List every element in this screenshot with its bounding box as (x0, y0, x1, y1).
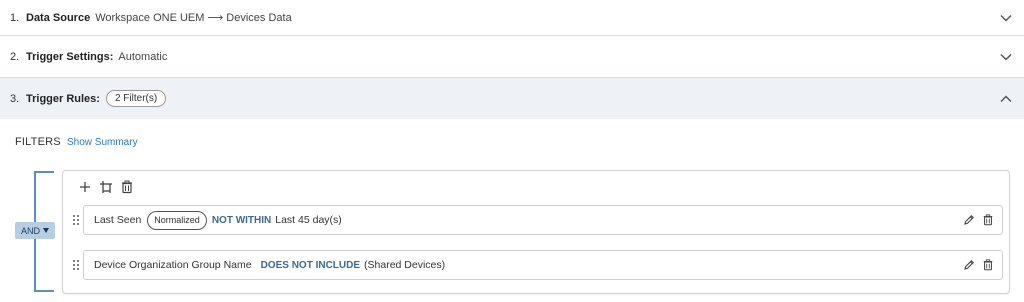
rule-actions (963, 259, 994, 271)
trash-icon[interactable] (120, 180, 134, 194)
step-title: Data Source (26, 11, 91, 24)
step-data-source[interactable]: 1. Data Source Workspace ONE UEM ⟶ Devic… (0, 0, 1024, 36)
rule-operator: NOT WITHIN (211, 214, 272, 226)
step-number: 3. (10, 92, 20, 105)
step-number: 2. (10, 50, 20, 63)
add-icon[interactable] (78, 180, 92, 194)
filter-rule[interactable]: Last Seen Normalized NOT WITHIN Last 45 … (73, 205, 1003, 235)
trash-icon[interactable] (982, 214, 994, 226)
show-summary-link[interactable]: Show Summary (67, 137, 138, 148)
rule-actions (963, 214, 994, 226)
drag-handle-icon[interactable] (72, 214, 80, 226)
logic-operator-dropdown[interactable]: AND (15, 222, 55, 239)
normalized-tag: Normalized (147, 210, 207, 230)
step-title: Trigger Settings: (26, 50, 114, 63)
step-number: 1. (10, 11, 20, 24)
trash-icon[interactable] (982, 259, 994, 271)
rule-field: Last Seen (94, 214, 142, 226)
filters-heading: FILTERS (15, 136, 61, 148)
chevron-down-icon[interactable] (999, 50, 1013, 64)
add-nested-group-icon[interactable] (99, 180, 113, 194)
caret-down-icon (43, 228, 49, 233)
edit-pencil-icon[interactable] (963, 214, 975, 226)
rule-value: (Shared Devices) (364, 259, 446, 271)
step-value: Workspace ONE UEM ⟶ Devices Data (95, 12, 292, 24)
drag-handle-icon[interactable] (72, 259, 80, 271)
step-value: Automatic (118, 50, 168, 63)
filter-group: Last Seen Normalized NOT WITHIN Last 45 … (62, 170, 1010, 294)
filter-rule[interactable]: Device Organization Group Name DOES NOT … (73, 250, 1003, 280)
edit-pencil-icon[interactable] (963, 259, 975, 271)
logic-operator-label: AND (20, 225, 40, 236)
filter-toolbar (78, 180, 134, 194)
step-trigger-settings[interactable]: 2. Trigger Settings: Automatic (0, 36, 1024, 78)
step-trigger-rules[interactable]: 3. Trigger Rules: 2 Filter(s) (0, 78, 1024, 119)
rule-value: Last 45 day(s) (275, 214, 342, 226)
chevron-up-icon[interactable] (999, 92, 1013, 106)
filter-count-badge: 2 Filter(s) (105, 90, 167, 107)
rule-operator: DOES NOT INCLUDE (260, 259, 361, 271)
step-title: Trigger Rules: (26, 92, 100, 105)
rule-field: Device Organization Group Name (94, 259, 252, 271)
chevron-down-icon[interactable] (999, 11, 1013, 25)
